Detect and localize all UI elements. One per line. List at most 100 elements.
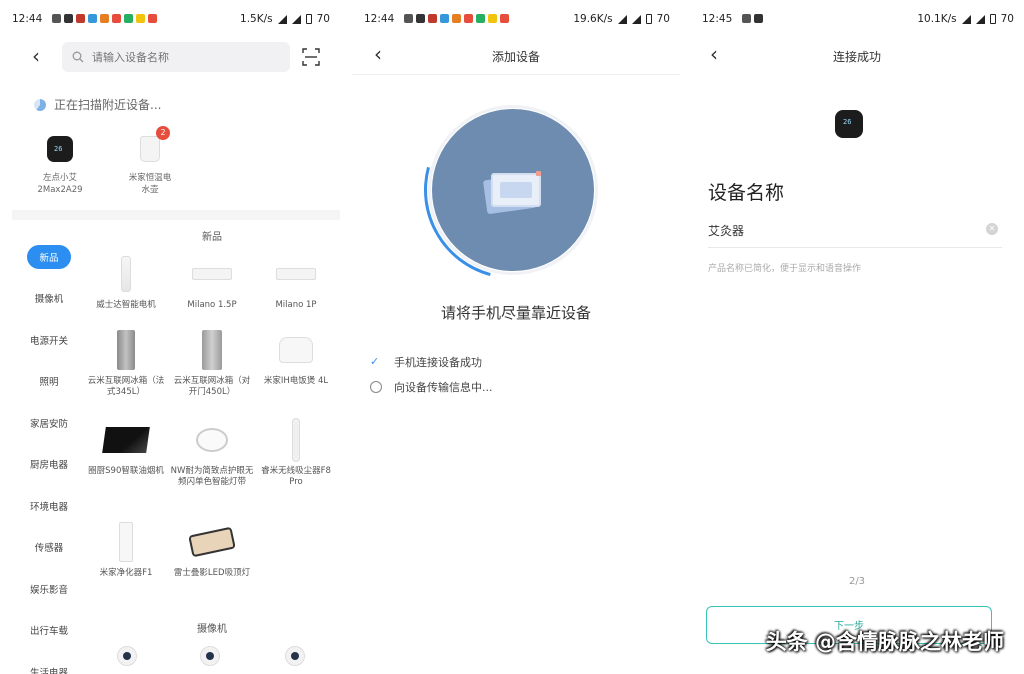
product-item[interactable]: NW耐为简致点护眼无频闪单色智能灯带 <box>170 418 254 488</box>
nearby-device-name: 米家恒温电 水壶 <box>128 173 172 195</box>
search-input[interactable] <box>92 50 272 64</box>
back-button[interactable]: ‹ <box>26 46 46 66</box>
nearby-device-name: 左点小艾 2Max2A29 <box>37 173 83 195</box>
section-title-new: 新品 <box>202 232 222 243</box>
search-icon <box>72 51 84 63</box>
net-speed: 1.5K/s <box>240 13 273 25</box>
header-divider <box>352 74 680 75</box>
instruction-text: 请将手机尽量靠近设备 <box>440 304 591 322</box>
product-item[interactable]: 米家净化器F1 <box>84 520 168 579</box>
device-panel-icon <box>491 173 541 207</box>
device-name-input[interactable] <box>708 223 968 238</box>
product-item[interactable]: Milano 1.5P <box>170 252 254 311</box>
connected-screen: 12:45 10.1K/s 70 ‹ 连接成功 设备名称 ✕ 产品名称已简化，便… <box>690 0 1024 674</box>
notification-icons <box>404 14 509 23</box>
step-item-connected: ✓ 手机连接设备成功 <box>370 355 482 370</box>
product-item[interactable]: 雷士叠影LED吸顶灯 <box>170 520 254 579</box>
category-camera[interactable]: 摄像机 <box>14 278 84 320</box>
count-badge: 2 <box>156 126 170 140</box>
thermostat-icon <box>835 110 863 138</box>
status-time: 12:45 <box>702 13 733 25</box>
nearby-device-item[interactable]: 2 米家恒温电 水壶 <box>120 126 180 196</box>
category-sensor[interactable]: 传感器 <box>14 527 84 569</box>
signal-icon <box>277 14 287 24</box>
device-name-field[interactable]: ✕ <box>708 220 1002 248</box>
add-device-screen: 12:44 19.6K/s 70 ‹ 添加设备 请将手机尽量靠近设备 ✓ 手机连… <box>352 0 680 674</box>
clear-icon[interactable]: ✕ <box>986 223 998 235</box>
signal-icon <box>617 14 627 24</box>
scan-qr-icon[interactable] <box>302 48 320 66</box>
camera-icon[interactable] <box>285 646 305 666</box>
battery-level: 70 <box>316 13 330 25</box>
section-title-camera: 摄像机 <box>197 624 227 635</box>
category-entertainment[interactable]: 娱乐影音 <box>14 568 84 610</box>
light-strip-icon <box>196 428 228 452</box>
section-divider <box>12 210 340 220</box>
page-title: 添加设备 <box>491 50 540 64</box>
vacuum-icon <box>292 418 300 462</box>
signal-icon-2 <box>631 14 641 24</box>
device-search-screen: 12:44 1.5K/s 70 ‹ 正在扫描附近设备... 左点小艾 2Max2… <box>0 0 340 674</box>
product-item[interactable]: 睿米无线吸尘器F8 Pro <box>254 418 338 488</box>
status-time: 12:44 <box>12 13 43 25</box>
product-item[interactable]: 云米互联网冰箱（对开门450L） <box>170 328 254 398</box>
status-bar: 12:45 10.1K/s 70 <box>690 10 1024 30</box>
product-item[interactable]: Milano 1P <box>254 252 338 311</box>
kettle-icon <box>140 136 160 162</box>
category-security[interactable]: 家居安防 <box>14 402 84 444</box>
category-new[interactable]: 新品 <box>14 236 84 278</box>
scanning-text: 正在扫描附近设备... <box>54 98 162 112</box>
air-purifier-icon <box>119 522 133 562</box>
battery-level: 70 <box>1000 13 1014 25</box>
category-environment[interactable]: 环境电器 <box>14 485 84 527</box>
status-bar: 12:44 19.6K/s 70 <box>352 10 680 30</box>
indicator-light-icon <box>536 171 541 176</box>
category-switch[interactable]: 电源开关 <box>14 319 84 361</box>
scanning-spinner-icon <box>34 98 46 111</box>
product-item[interactable]: 威士达智能电机 <box>84 252 168 311</box>
search-bar[interactable] <box>62 42 290 72</box>
device-name-heading: 设备名称 <box>708 182 785 204</box>
net-speed: 10.1K/s <box>917 13 957 25</box>
air-conditioner-icon <box>276 268 316 280</box>
battery-icon <box>305 14 312 24</box>
signal-icon-2 <box>975 14 985 24</box>
thermostat-icon <box>47 136 73 162</box>
range-hood-icon <box>102 427 150 453</box>
rice-cooker-icon <box>279 337 313 363</box>
camera-icon[interactable] <box>200 646 220 666</box>
nearby-device-item[interactable]: 左点小艾 2Max2A29 <box>30 128 90 196</box>
step-item-transferring: 向设备传输信息中... <box>370 379 493 395</box>
motor-icon <box>121 256 131 292</box>
ceiling-light-icon <box>188 526 236 558</box>
device-illustration <box>432 109 594 271</box>
fridge-icon <box>202 330 222 370</box>
watermark: 头条 @含情脉脉之林老师 <box>765 630 1004 654</box>
battery-icon <box>989 14 996 24</box>
category-lighting[interactable]: 照明 <box>14 361 84 403</box>
net-speed: 19.6K/s <box>573 13 613 25</box>
fridge-icon <box>117 330 135 370</box>
status-time: 12:44 <box>364 13 395 25</box>
camera-icon[interactable] <box>117 646 137 666</box>
category-kitchen[interactable]: 厨房电器 <box>14 444 84 486</box>
product-item[interactable]: 圈厨S90智联油烟机 <box>84 418 168 477</box>
air-conditioner-icon <box>192 268 232 280</box>
nearby-devices: 左点小艾 2Max2A29 2 米家恒温电 水壶 <box>30 126 180 196</box>
signal-icon <box>961 14 971 24</box>
status-bar: 12:44 1.5K/s 70 <box>0 10 340 30</box>
battery-level: 70 <box>656 13 670 25</box>
page-title: 连接成功 <box>832 50 881 64</box>
product-item[interactable]: 云米互联网冰箱（法式345L） <box>84 328 168 398</box>
signal-icon-2 <box>291 14 301 24</box>
category-life[interactable]: 生活电器 <box>14 651 84 674</box>
notification-icons <box>52 14 157 23</box>
product-item[interactable]: 米家IH电饭煲 4L <box>254 328 338 387</box>
battery-icon <box>645 14 652 24</box>
notification-icons <box>742 14 763 23</box>
checkmark-icon: ✓ <box>370 355 380 368</box>
category-sidebar: 新品 摄像机 电源开关 照明 家居安防 厨房电器 环境电器 传感器 娱乐影音 出… <box>14 236 84 674</box>
scanning-status: 正在扫描附近设备... <box>34 96 161 113</box>
category-vehicle[interactable]: 出行车载 <box>14 610 84 652</box>
name-hint: 产品名称已简化，便于显示和语音操作 <box>708 264 862 274</box>
